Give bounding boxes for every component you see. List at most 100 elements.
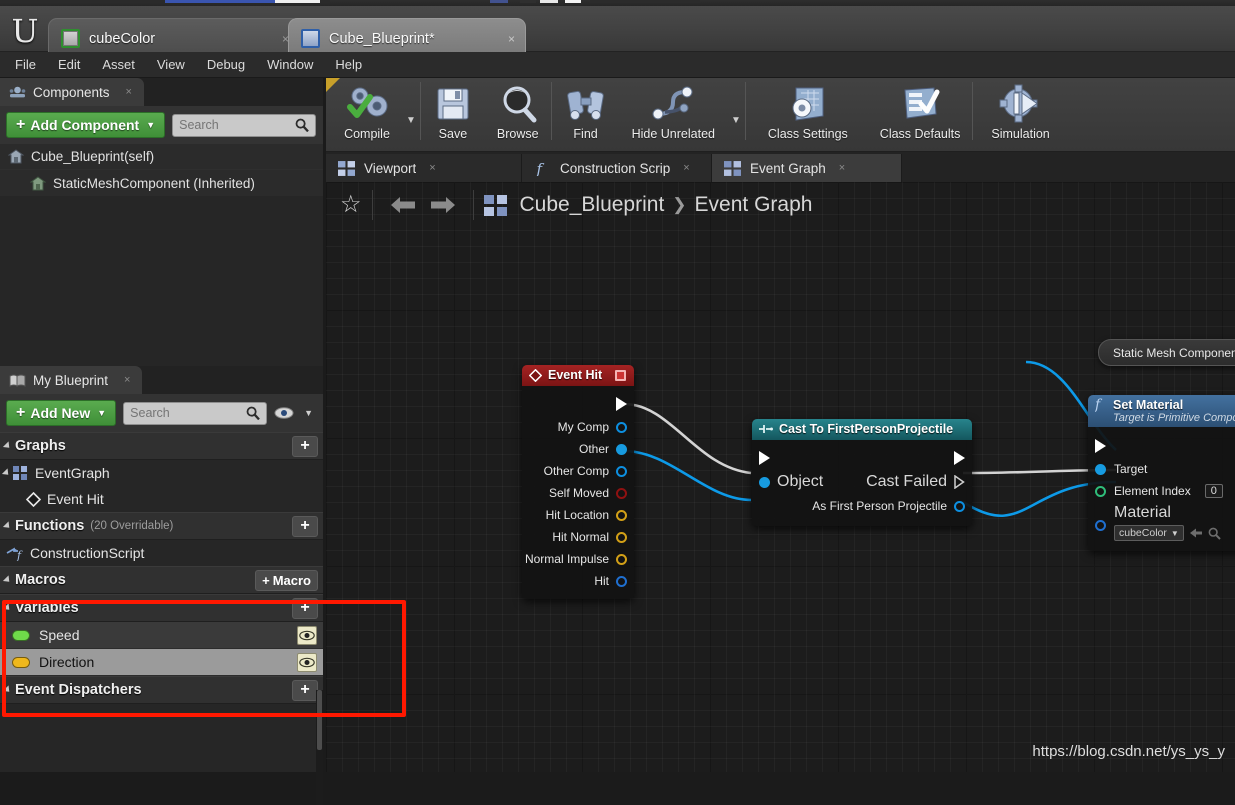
pin-hit-location[interactable]: Hit Location — [522, 504, 634, 526]
section-header-variables[interactable]: Variables + — [0, 594, 323, 622]
tab-viewport[interactable]: Viewport × — [326, 154, 522, 182]
vector-pin-icon — [616, 531, 627, 543]
add-dispatcher-button[interactable]: + — [292, 679, 318, 701]
expand-triangle-icon — [2, 521, 13, 531]
toolbar-label: Find — [573, 127, 598, 141]
object-pin-icon — [1095, 520, 1106, 531]
list-item-eventgraph[interactable]: EventGraph — [0, 460, 323, 486]
pin-target[interactable]: Target — [1088, 458, 1235, 480]
event-graph-canvas[interactable]: ☆ Cube_Blueprint ❯ Event Graph Event Hit… — [326, 182, 1235, 772]
panel-tab-components[interactable]: Components × — [0, 78, 144, 106]
list-item-variable-direction[interactable]: Direction — [0, 649, 323, 676]
node-set-material[interactable]: f Set Material Target is Primitive Compo… — [1088, 395, 1235, 551]
add-component-button[interactable]: + Add Component ▼ — [6, 112, 166, 138]
chevron-down-icon[interactable]: ▼ — [731, 103, 741, 126]
pin-label: Self Moved — [548, 486, 609, 500]
component-tree-item-staticmesh[interactable]: StaticMeshComponent (Inherited) — [0, 170, 323, 196]
toolbar-find-button[interactable]: Find — [552, 78, 620, 152]
pin-my-comp[interactable]: My Comp — [522, 416, 634, 438]
close-icon[interactable]: × — [839, 162, 845, 174]
node-row-as-projectile[interactable]: As First Person Projectile — [752, 494, 972, 518]
my-blueprint-scrollbar[interactable] — [316, 690, 323, 805]
menu-item-help[interactable]: Help — [324, 54, 373, 75]
menu-item-asset[interactable]: Asset — [91, 54, 146, 75]
section-header-functions[interactable]: Functions (20 Overridable) + — [0, 512, 323, 540]
node-static-mesh-component-get[interactable]: Static Mesh Component — [1098, 339, 1235, 366]
asset-icon — [61, 29, 80, 48]
list-item-label: ConstructionScript — [30, 545, 145, 561]
close-icon[interactable]: × — [429, 162, 435, 174]
toolbar-label: Class Defaults — [879, 127, 961, 141]
material-select[interactable]: cubeColor ▼ — [1114, 525, 1184, 541]
my-blueprint-panel: My Blueprint × + Add New ▼ Search ▼ Grap… — [0, 366, 323, 772]
node-exec-row[interactable] — [752, 445, 972, 470]
node-cast-to-firstpersonprojectile[interactable]: Cast To FirstPersonProjectile Object Cas… — [752, 419, 972, 526]
section-header-macros[interactable]: Macros + Macro — [0, 566, 323, 594]
pin-normal-impulse[interactable]: Normal Impulse — [522, 548, 634, 570]
pin-material[interactable]: Material cubeColor ▼ — [1088, 502, 1235, 541]
node-header: Cast To FirstPersonProjectile — [752, 419, 972, 440]
visibility-eye-icon[interactable] — [297, 625, 317, 645]
list-item-constructionscript[interactable]: f ConstructionScript — [0, 540, 323, 566]
tab-construction-script[interactable]: f Construction Scrip × — [522, 154, 712, 182]
search-placeholder: Search — [130, 406, 170, 420]
close-icon[interactable]: × — [124, 374, 130, 386]
component-tree-item-self[interactable]: Cube_Blueprint(self) — [0, 144, 323, 170]
add-variable-button[interactable]: + — [292, 597, 318, 619]
node-row-object-castfailed[interactable]: Object Cast Failed — [752, 470, 972, 494]
pin-hit[interactable]: Hit — [522, 570, 634, 592]
element-index-input[interactable]: 0 — [1204, 484, 1223, 498]
list-item-event-hit[interactable]: Event Hit — [0, 486, 323, 512]
object-pin-icon — [759, 476, 770, 488]
list-item-variable-speed[interactable]: Speed — [0, 622, 323, 649]
blueprint-editor-main: Compile ▼ Save Browse Find Hide Unrelate… — [326, 78, 1235, 772]
pin-other[interactable]: Other — [522, 438, 634, 460]
section-header-graphs[interactable]: Graphs + — [0, 432, 323, 460]
toolbar-hide-unrelated-button[interactable]: Hide Unrelated — [620, 78, 727, 152]
toolbar-simulation-button[interactable]: Simulation — [973, 78, 1061, 152]
pin-hit-normal[interactable]: Hit Normal — [522, 526, 634, 548]
menu-item-window[interactable]: Window — [256, 54, 324, 75]
add-macro-button[interactable]: + Macro — [255, 569, 318, 591]
close-icon[interactable]: × — [683, 162, 689, 174]
menu-item-edit[interactable]: Edit — [47, 54, 91, 75]
toolbar-class-defaults-button[interactable]: Class Defaults — [860, 78, 973, 152]
collapse-icon[interactable] — [615, 369, 626, 381]
visibility-eye-icon[interactable] — [297, 652, 317, 672]
toolbar-browse-button[interactable]: Browse — [485, 78, 551, 152]
add-graph-button[interactable]: + — [292, 435, 318, 457]
add-new-button[interactable]: + Add New ▼ — [6, 400, 117, 426]
close-icon[interactable]: × — [126, 86, 132, 98]
pin-other-comp[interactable]: Other Comp — [522, 460, 634, 482]
node-event-hit[interactable]: Event Hit My Comp Other Other Comp Self … — [522, 365, 634, 599]
chevron-down-icon: ▼ — [97, 408, 107, 418]
tab-event-graph[interactable]: Event Graph × — [712, 154, 902, 182]
scrollbar-thumb[interactable] — [317, 690, 322, 750]
components-search-input[interactable]: Search — [172, 113, 316, 137]
section-header-event-dispatchers[interactable]: Event Dispatchers + — [0, 676, 323, 704]
menu-item-debug[interactable]: Debug — [196, 54, 256, 75]
menu-item-view[interactable]: View — [146, 54, 196, 75]
pin-exec-out[interactable] — [522, 392, 634, 416]
chevron-down-icon[interactable]: ▼ — [301, 408, 316, 418]
tab-label: Construction Scrip — [560, 160, 671, 176]
toolbar-class-settings-button[interactable]: Class Settings — [746, 78, 860, 152]
pin-exec-in[interactable] — [1088, 433, 1235, 458]
variable-type-pill — [12, 629, 30, 641]
browse-asset-icon[interactable] — [1208, 527, 1221, 540]
panel-tab-my-blueprint[interactable]: My Blueprint × — [0, 366, 143, 394]
event-graph-icon — [13, 466, 27, 480]
eye-icon[interactable] — [274, 406, 294, 420]
pin-element-index[interactable]: Element Index 0 — [1088, 480, 1235, 502]
close-icon[interactable]: × — [268, 32, 289, 46]
toolbar-label: Save — [438, 127, 468, 141]
close-icon[interactable]: × — [494, 32, 515, 46]
menu-item-file[interactable]: File — [4, 54, 47, 75]
pin-self-moved[interactable]: Self Moved — [522, 482, 634, 504]
tab-label: Event Graph — [750, 160, 826, 176]
my-blueprint-search-input[interactable]: Search — [123, 401, 268, 425]
use-selected-asset-icon[interactable] — [1189, 527, 1203, 539]
toolbar-save-button[interactable]: Save — [421, 78, 485, 152]
add-function-button[interactable]: + — [292, 515, 318, 537]
chevron-down-icon[interactable]: ▼ — [406, 103, 416, 126]
